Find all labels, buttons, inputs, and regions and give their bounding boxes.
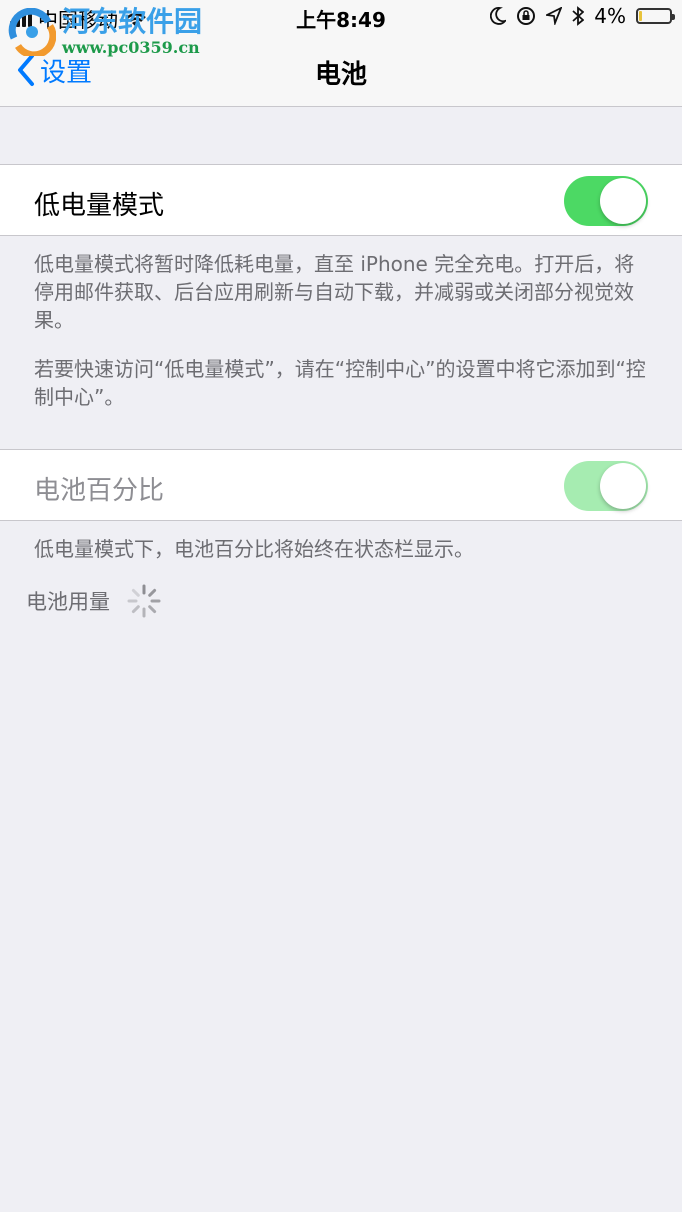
battery-icon: [636, 8, 675, 24]
battery-percent: 4%: [594, 4, 626, 28]
low-power-shortcut-hint: 若要快速访问“低电量模式”，请在“控制中心”的设置中将它添加到“控制中心”。: [34, 357, 646, 409]
watermark-text: 河东软件园 www.pc0359.cn: [62, 8, 202, 56]
watermark-logo-icon: [8, 8, 56, 56]
loading-spinner-icon: [127, 584, 161, 618]
low-power-mode-label: 低电量模式: [34, 191, 165, 221]
low-power-mode-toggle[interactable]: [564, 176, 648, 226]
watermark: 河东软件园 www.pc0359.cn: [8, 8, 202, 56]
status-bar-right: 4%: [490, 4, 675, 28]
watermark-title: 河东软件园: [62, 5, 203, 38]
battery-level: [639, 11, 642, 21]
battery-percentage-description: 低电量模式下，电池百分比将始终在状态栏显示。: [34, 537, 474, 561]
page-title: 电池: [314, 60, 367, 90]
battery-percentage-cell: 电池百分比: [0, 449, 682, 521]
toggle-knob: [600, 178, 646, 224]
battery-percentage-label: 电池百分比: [34, 476, 165, 506]
watermark-url: www.pc0359.cn: [62, 38, 200, 57]
moon-icon: [490, 7, 507, 25]
battery-usage-header: 电池用量: [26, 583, 162, 619]
rotation-lock-icon: [517, 7, 536, 25]
battery-percentage-toggle[interactable]: [564, 461, 648, 511]
low-power-mode-cell: 低电量模式: [0, 164, 682, 236]
bluetooth-icon: [572, 6, 585, 26]
battery-usage-label: 电池用量: [26, 590, 110, 614]
low-power-description: 低电量模式将暂时降低耗电量，直至 iPhone 完全充电。打开后，将停用邮件获取…: [34, 252, 635, 332]
toggle-knob: [600, 463, 646, 509]
location-icon: [546, 7, 563, 25]
